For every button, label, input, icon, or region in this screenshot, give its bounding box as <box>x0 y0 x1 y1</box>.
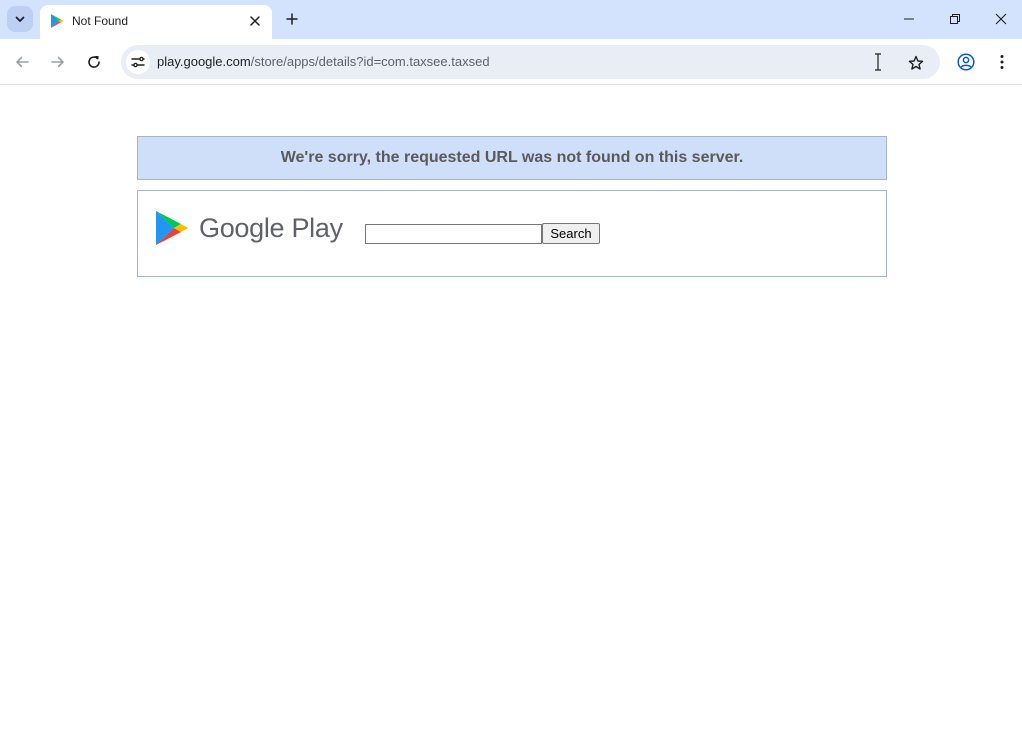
error-banner: We're sorry, the requested URL was not f… <box>137 136 887 180</box>
browser-toolbar: play.google.com/store/apps/details?id=co… <box>0 39 1022 85</box>
text-cursor-icon <box>875 53 881 71</box>
bookmark-button[interactable] <box>905 52 927 74</box>
error-message: We're sorry, the requested URL was not f… <box>280 149 744 166</box>
window-close-button[interactable] <box>987 6 1015 32</box>
browser-menu-button[interactable] <box>990 50 1014 74</box>
google-play-wordmark: Google Play <box>199 213 343 243</box>
tab-search-button[interactable] <box>7 6 33 32</box>
reload-button[interactable] <box>82 50 106 74</box>
tune-icon <box>131 56 145 68</box>
forward-arrow-icon <box>51 56 64 68</box>
close-icon <box>250 16 260 26</box>
url-text[interactable]: play.google.com/store/apps/details?id=co… <box>157 54 490 70</box>
reload-icon <box>88 56 100 68</box>
restore-icon <box>950 14 960 24</box>
tab-strip: Not Found <box>0 0 1022 39</box>
minimize-button[interactable] <box>895 6 923 32</box>
restore-button[interactable] <box>941 6 969 32</box>
site-info-button[interactable] <box>126 50 150 74</box>
plus-icon <box>286 13 298 25</box>
search-input[interactable] <box>365 224 542 244</box>
address-bar[interactable]: play.google.com/store/apps/details?id=co… <box>121 45 940 79</box>
url-host: play.google.com <box>157 54 251 69</box>
google-play-search-box: Google Play Search <box>137 190 887 277</box>
chevron-down-icon <box>15 16 25 22</box>
minimize-icon <box>904 18 914 20</box>
forward-button[interactable] <box>46 50 70 74</box>
search-button[interactable]: Search <box>542 223 600 244</box>
more-vertical-icon <box>1000 55 1004 69</box>
new-tab-button[interactable] <box>281 8 303 30</box>
close-icon <box>995 13 1007 25</box>
tab-title: Not Found <box>72 14 129 28</box>
google-play-logo-icon <box>156 211 188 245</box>
tab-active[interactable]: Not Found <box>40 5 272 39</box>
account-icon <box>957 53 975 71</box>
tab-close-button[interactable] <box>246 12 264 30</box>
back-button[interactable] <box>10 50 34 74</box>
back-arrow-icon <box>16 56 29 68</box>
star-icon <box>908 55 924 70</box>
url-path: /store/apps/details?id=com.taxsee.taxsed <box>250 54 490 69</box>
profile-button[interactable] <box>954 50 978 74</box>
google-play-icon <box>51 14 64 28</box>
